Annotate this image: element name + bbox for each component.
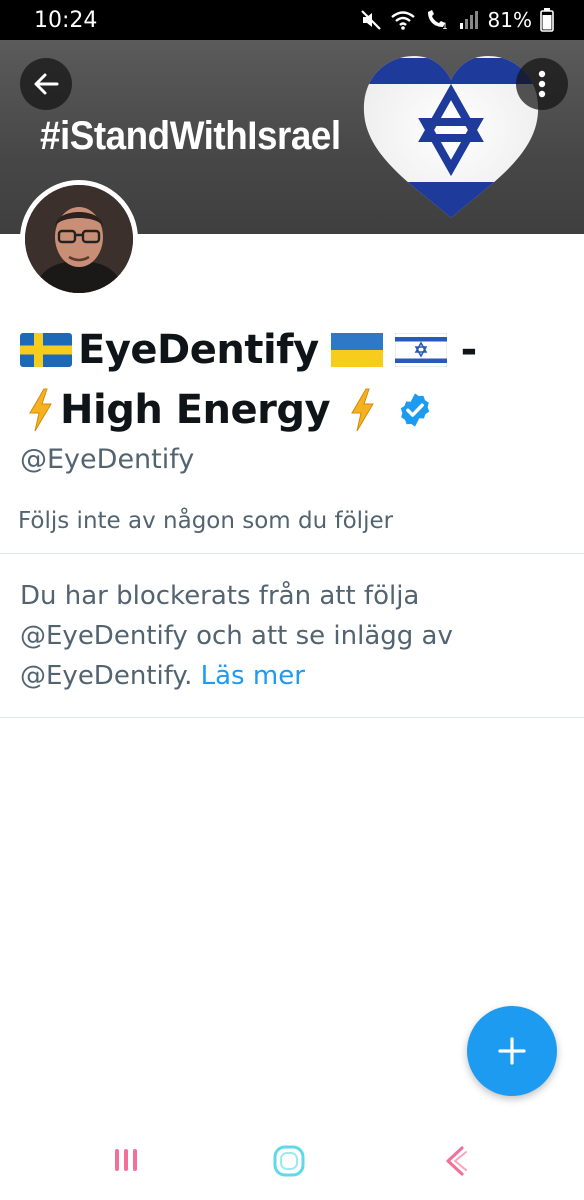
avatar-portrait [25, 185, 133, 293]
display-name-text: EyeDentify [78, 327, 319, 373]
sweden-flag-icon [20, 333, 72, 367]
arrow-left-icon [34, 73, 59, 95]
banner-hashtag: #iStandWithIsrael [40, 114, 341, 158]
svg-text:1: 1 [442, 22, 448, 31]
ukraine-flag-icon [330, 333, 383, 367]
blocked-message-line: Du har blockerats från att följa [20, 581, 420, 611]
more-options-button[interactable] [516, 58, 568, 110]
profile-display-name: EyeDentify - High Energy [20, 322, 560, 438]
home-icon[interactable] [272, 1144, 306, 1178]
blocked-message-line: @EyeDentify och att se inlägg av [20, 621, 453, 651]
learn-more-link[interactable]: Läs mer [201, 661, 305, 691]
display-name-separator: - [460, 327, 478, 373]
lightning-icon [29, 388, 52, 432]
avatar-image [25, 185, 133, 293]
system-nav-bar [0, 1130, 584, 1194]
more-vertical-icon [538, 70, 546, 98]
call-icon: 1 [427, 10, 448, 31]
lightning-icon [351, 388, 374, 432]
mute-icon [360, 10, 381, 30]
profile-screen: 10:24 1 81% #iStandWithIsrael EyeDentify… [0, 0, 584, 1200]
verified-badge-icon[interactable] [396, 391, 434, 429]
blocked-message: Du har blockerats från att följa @EyeDen… [20, 576, 570, 696]
profile-handle: @EyeDentify [20, 444, 195, 475]
israel-flag-icon [394, 333, 447, 367]
status-time: 10:24 [34, 7, 98, 33]
divider [0, 717, 584, 718]
avatar[interactable] [20, 180, 138, 298]
compose-fab-button[interactable] [467, 1006, 557, 1096]
blocked-message-line: @EyeDentify. [20, 661, 193, 691]
israel-heart-flag-icon [363, 56, 539, 218]
display-name-line-2: High Energy [20, 382, 560, 438]
status-bar: 10:24 1 81% [0, 0, 584, 40]
recent-apps-icon[interactable] [110, 1144, 142, 1176]
divider [0, 553, 584, 554]
battery-percent: 81% [487, 8, 532, 32]
status-icons: 1 81% [360, 8, 554, 32]
plus-icon [498, 1037, 526, 1065]
wifi-icon [390, 11, 415, 30]
back-button[interactable] [20, 58, 72, 110]
signal-icon [459, 11, 478, 29]
display-name-line-1: EyeDentify - [20, 322, 560, 378]
battery-icon [540, 8, 554, 32]
display-name-subtitle: High Energy [60, 387, 331, 433]
back-nav-icon[interactable] [440, 1144, 470, 1178]
followed-by-text: Följs inte av någon som du följer [18, 508, 394, 534]
